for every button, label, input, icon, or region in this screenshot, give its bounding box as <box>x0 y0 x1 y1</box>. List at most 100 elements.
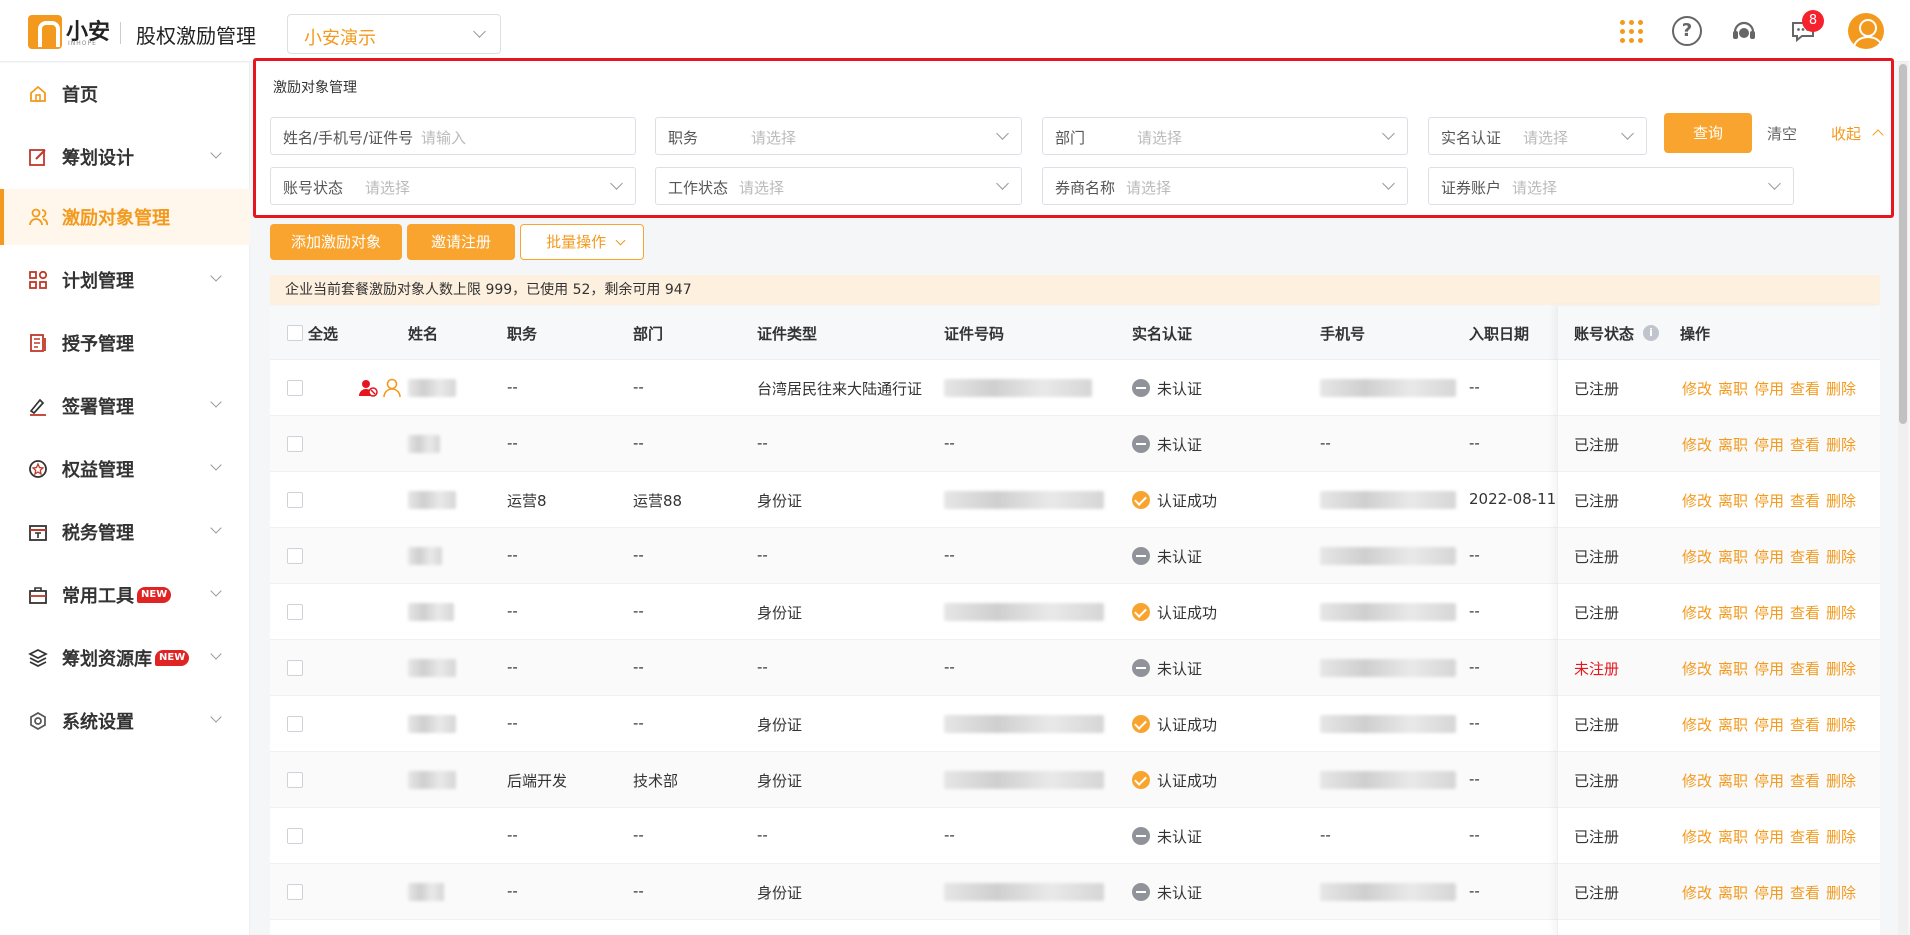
view-link[interactable]: 查看 <box>1790 378 1820 399</box>
customer-service-icon[interactable] <box>1729 16 1759 46</box>
query-button[interactable]: 查询 <box>1664 113 1752 153</box>
batch-operation-button[interactable]: 批量操作 <box>520 224 644 260</box>
resign-link[interactable]: 离职 <box>1718 658 1748 679</box>
name-phone-id-field[interactable]: 姓名/手机号/证件号 请输入 <box>270 117 636 155</box>
sidebar-item-equity-management[interactable]: 权益管理 <box>0 441 250 497</box>
row-checkbox[interactable] <box>287 436 303 452</box>
disable-link[interactable]: 停用 <box>1754 434 1784 455</box>
edit-link[interactable]: 修改 <box>1682 826 1712 847</box>
view-link[interactable]: 查看 <box>1790 826 1820 847</box>
select-all-checkbox[interactable] <box>287 325 303 341</box>
edit-link[interactable]: 修改 <box>1682 770 1712 791</box>
verification-select[interactable]: 实名认证 请选择 <box>1428 117 1647 155</box>
user-avatar[interactable] <box>1848 13 1884 49</box>
disable-link[interactable]: 停用 <box>1754 490 1784 511</box>
sidebar-item-grant-management[interactable]: 授予管理 <box>0 315 250 371</box>
position-value: 后端开发 <box>507 772 568 790</box>
resign-link[interactable]: 离职 <box>1718 882 1748 903</box>
view-link[interactable]: 查看 <box>1790 602 1820 623</box>
view-link[interactable]: 查看 <box>1790 546 1820 567</box>
resign-link[interactable]: 离职 <box>1718 714 1748 735</box>
resign-link[interactable]: 离职 <box>1718 434 1748 455</box>
disable-link[interactable]: 停用 <box>1754 602 1784 623</box>
id-type-value: 台湾居民往来大陆通行证 <box>757 380 923 398</box>
edit-link[interactable]: 修改 <box>1682 882 1712 903</box>
sidebar-item-plan-management[interactable]: 计划管理 <box>0 252 250 308</box>
resign-link[interactable]: 离职 <box>1718 378 1748 399</box>
disable-link[interactable]: 停用 <box>1754 378 1784 399</box>
edit-link[interactable]: 修改 <box>1682 602 1712 623</box>
work-status-select[interactable]: 工作状态 请选择 <box>655 167 1022 205</box>
page-scrollbar-thumb[interactable] <box>1899 64 1907 424</box>
row-checkbox[interactable] <box>287 380 303 396</box>
row-checkbox[interactable] <box>287 884 303 900</box>
sidebar-item-tax-management[interactable]: 税务管理 <box>0 504 250 560</box>
edit-link[interactable]: 修改 <box>1682 658 1712 679</box>
disable-link[interactable]: 停用 <box>1754 714 1784 735</box>
row-checkbox[interactable] <box>287 492 303 508</box>
id-type-value: -- <box>757 658 768 676</box>
delete-link[interactable]: 删除 <box>1826 434 1856 455</box>
resign-link[interactable]: 离职 <box>1718 546 1748 567</box>
view-link[interactable]: 查看 <box>1790 882 1820 903</box>
resign-link[interactable]: 离职 <box>1718 490 1748 511</box>
sidebar-item-signing-management[interactable]: 签署管理 <box>0 378 250 434</box>
sidebar-item-planning[interactable]: 筹划设计 <box>0 129 250 185</box>
department-select[interactable]: 部门 请选择 <box>1042 117 1408 155</box>
help-icon[interactable]: ? <box>1672 16 1702 46</box>
disable-link[interactable]: 停用 <box>1754 658 1784 679</box>
row-checkbox[interactable] <box>287 716 303 732</box>
sidebar-item-tools[interactable]: 常用工具 NEW <box>0 567 250 623</box>
sidebar-item-settings[interactable]: 系统设置 <box>0 693 250 749</box>
invite-register-button[interactable]: 邀请注册 <box>407 224 515 260</box>
phone-redacted <box>1320 603 1456 621</box>
app-grid-icon[interactable] <box>1616 16 1646 46</box>
edit-link[interactable]: 修改 <box>1682 490 1712 511</box>
id-number-redacted <box>944 883 1104 901</box>
view-link[interactable]: 查看 <box>1790 434 1820 455</box>
broker-select[interactable]: 券商名称 请选择 <box>1042 167 1408 205</box>
phone-redacted <box>1320 659 1456 677</box>
row-checkbox[interactable] <box>287 604 303 620</box>
company-select[interactable]: 小安演示 <box>287 14 501 54</box>
account-status-select[interactable]: 账号状态 请选择 <box>270 167 636 205</box>
position-select[interactable]: 职务 请选择 <box>655 117 1022 155</box>
disable-link[interactable]: 停用 <box>1754 826 1784 847</box>
view-link[interactable]: 查看 <box>1790 490 1820 511</box>
collapse-button[interactable]: 收起 <box>1831 123 1861 144</box>
securities-account-select[interactable]: 证券账户 请选择 <box>1428 167 1794 205</box>
edit-link[interactable]: 修改 <box>1682 378 1712 399</box>
edit-link[interactable]: 修改 <box>1682 434 1712 455</box>
delete-link[interactable]: 删除 <box>1826 714 1856 735</box>
clear-button[interactable]: 清空 <box>1767 123 1797 144</box>
info-icon[interactable]: i <box>1643 325 1659 341</box>
resign-link[interactable]: 离职 <box>1718 826 1748 847</box>
view-link[interactable]: 查看 <box>1790 658 1820 679</box>
edit-link[interactable]: 修改 <box>1682 714 1712 735</box>
resign-link[interactable]: 离职 <box>1718 770 1748 791</box>
resign-link[interactable]: 离职 <box>1718 602 1748 623</box>
disable-link[interactable]: 停用 <box>1754 770 1784 791</box>
sidebar-item-home[interactable]: 首页 <box>0 66 250 122</box>
row-checkbox[interactable] <box>287 548 303 564</box>
row-checkbox[interactable] <box>287 828 303 844</box>
delete-link[interactable]: 删除 <box>1826 602 1856 623</box>
row-checkbox[interactable] <box>287 772 303 788</box>
delete-link[interactable]: 删除 <box>1826 770 1856 791</box>
disable-link[interactable]: 停用 <box>1754 882 1784 903</box>
delete-link[interactable]: 删除 <box>1826 546 1856 567</box>
row-checkbox[interactable] <box>287 660 303 676</box>
view-link[interactable]: 查看 <box>1790 714 1820 735</box>
delete-link[interactable]: 删除 <box>1826 826 1856 847</box>
add-incentive-target-button[interactable]: 添加激励对象 <box>270 224 402 260</box>
disable-link[interactable]: 停用 <box>1754 546 1784 567</box>
sidebar-item-resource-library[interactable]: 筹划资源库 NEW <box>0 630 250 686</box>
delete-link[interactable]: 删除 <box>1826 658 1856 679</box>
edit-link[interactable]: 修改 <box>1682 546 1712 567</box>
view-link[interactable]: 查看 <box>1790 770 1820 791</box>
delete-link[interactable]: 删除 <box>1826 490 1856 511</box>
verification-value: 认证成功 <box>1157 772 1218 790</box>
delete-link[interactable]: 删除 <box>1826 882 1856 903</box>
sidebar-item-incentive-targets[interactable]: 激励对象管理 <box>0 189 250 245</box>
delete-link[interactable]: 删除 <box>1826 378 1856 399</box>
